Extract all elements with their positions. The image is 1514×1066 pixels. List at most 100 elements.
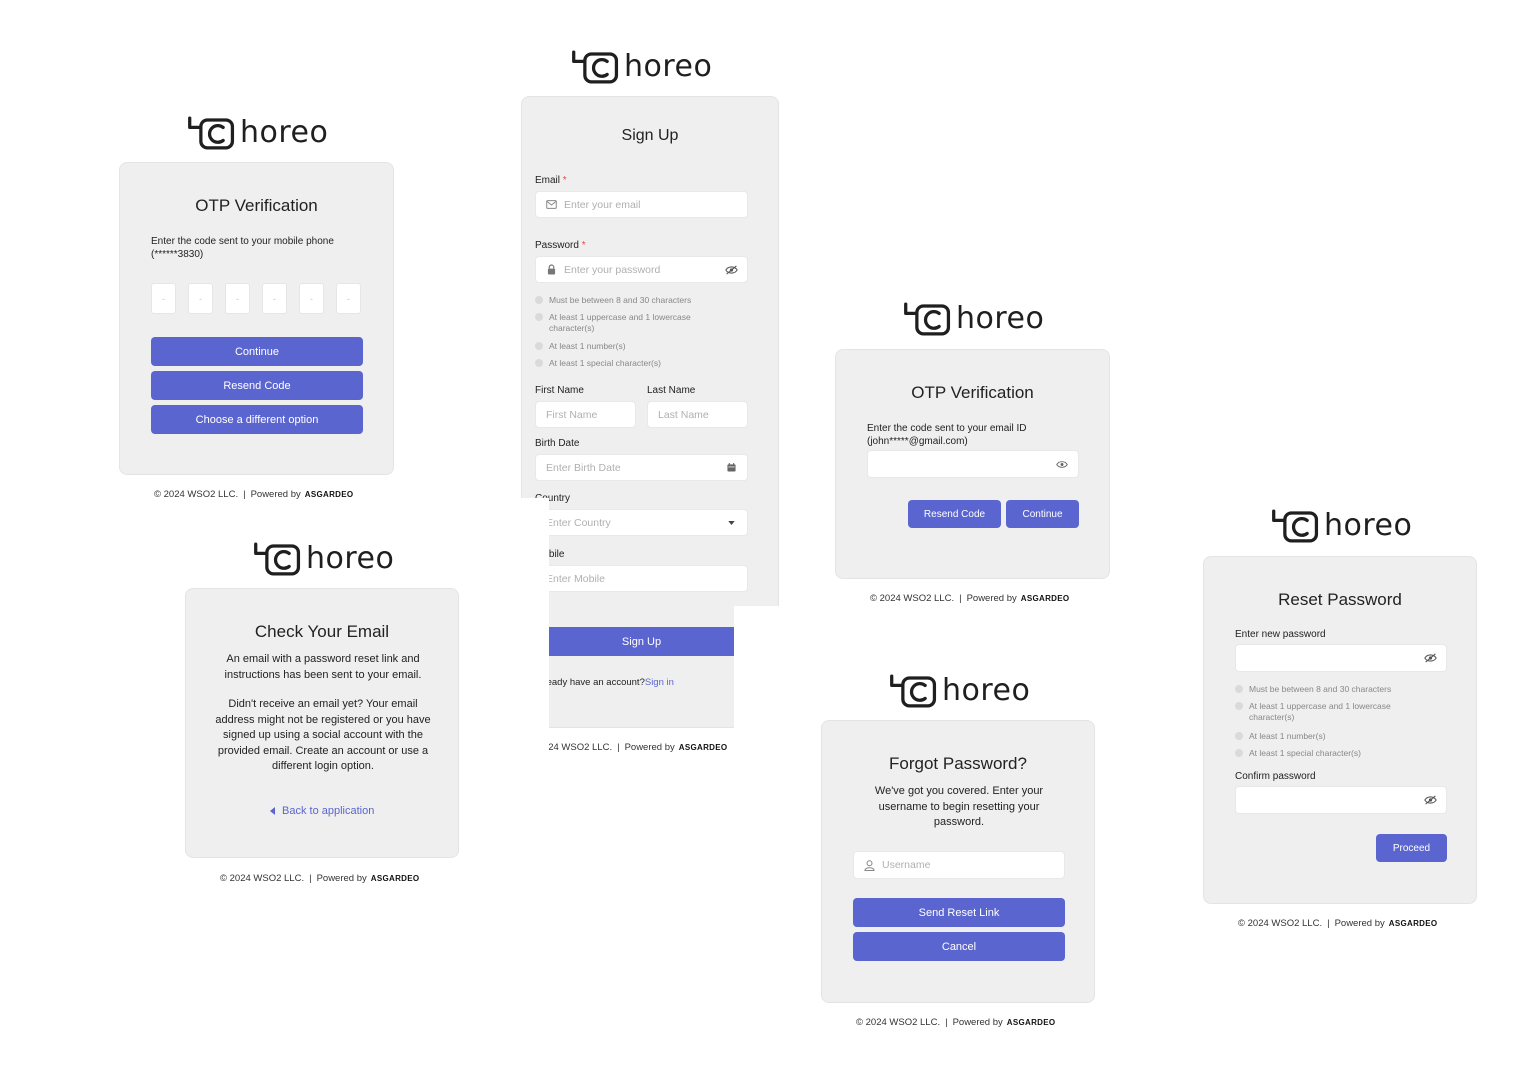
otp-instruction: Enter the code sent to your email ID (jo… bbox=[867, 423, 1027, 447]
asgardeo-logo: ASGARDEO bbox=[304, 490, 354, 499]
cancel-button[interactable]: Cancel bbox=[853, 932, 1065, 961]
reset-password-card: Reset Password Enter new password Must b… bbox=[1203, 556, 1477, 904]
page-title: Forgot Password? bbox=[889, 754, 1027, 773]
password-rule: At least 1 uppercase and 1 lowercase cha… bbox=[1235, 701, 1425, 723]
back-to-application-link[interactable]: Back to application bbox=[270, 805, 374, 817]
eye-off-icon[interactable] bbox=[725, 265, 738, 275]
logo-text: horeo bbox=[956, 301, 1045, 336]
crop-mask bbox=[519, 498, 549, 760]
confirm-password-label: Confirm password bbox=[1235, 771, 1316, 782]
continue-button[interactable]: Continue bbox=[151, 337, 363, 366]
new-password-field[interactable] bbox=[1235, 644, 1447, 672]
password-rule: At least 1 special character(s) bbox=[1235, 748, 1435, 759]
password-rule: At least 1 number(s) bbox=[535, 341, 735, 352]
asgardeo-logo: ASGARDEO bbox=[1020, 594, 1070, 603]
otp-digit-input[interactable]: - bbox=[225, 283, 250, 314]
otp-email-card: OTP Verification Enter the code sent to … bbox=[835, 349, 1110, 579]
otp-digit-input[interactable]: - bbox=[336, 283, 361, 314]
continue-button[interactable]: Continue bbox=[1006, 500, 1079, 528]
email-field[interactable]: Enter your email bbox=[535, 191, 748, 218]
username-placeholder: Username bbox=[882, 859, 931, 871]
resend-code-button[interactable]: Resend Code bbox=[151, 371, 363, 400]
forgot-password-card: Forgot Password? We've got you covered. … bbox=[821, 720, 1095, 1003]
lock-icon bbox=[547, 264, 556, 275]
copyright-text: © 2024 WSO2 LLC. bbox=[1238, 918, 1323, 929]
otp-code-input[interactable] bbox=[867, 450, 1079, 478]
password-rule: Must be between 8 and 30 characters bbox=[535, 295, 735, 306]
username-field[interactable]: Username bbox=[853, 851, 1065, 879]
asgardeo-logo: ASGARDEO bbox=[678, 743, 728, 752]
otp-digit-input[interactable]: - bbox=[188, 283, 213, 314]
powered-by-text: Powered by bbox=[250, 489, 301, 500]
otp-mobile-card: OTP Verification Enter the code sent to … bbox=[119, 162, 394, 475]
page-title: Sign Up bbox=[621, 127, 679, 144]
footer: © 2024 WSO2 LLC. | Powered by ASGARDEO bbox=[154, 489, 353, 500]
mail-icon bbox=[546, 200, 557, 209]
choreo-logo-icon bbox=[570, 48, 622, 86]
mobile-field[interactable]: Enter Mobile bbox=[535, 565, 748, 592]
choreo-logo: horeo bbox=[902, 300, 1044, 338]
powered-by-text: Powered by bbox=[952, 1017, 1003, 1028]
copyright-text: © 2024 WSO2 LLC. bbox=[856, 1017, 941, 1028]
eye-icon[interactable] bbox=[1056, 460, 1068, 469]
footer-separator: | bbox=[243, 489, 246, 500]
resend-code-button[interactable]: Resend Code bbox=[908, 500, 1001, 528]
choreo-logo: horeo bbox=[1270, 507, 1412, 545]
eye-off-icon[interactable] bbox=[1424, 653, 1437, 663]
footer-separator: | bbox=[945, 1017, 948, 1028]
powered-by-text: Powered by bbox=[1334, 918, 1385, 929]
otp-instruction: Enter the code sent to your mobile phone… bbox=[151, 236, 334, 260]
first-name-label: First Name bbox=[535, 385, 584, 396]
proceed-button[interactable]: Proceed bbox=[1376, 834, 1447, 862]
asgardeo-logo: ASGARDEO bbox=[370, 874, 420, 883]
footer: © 2024 WSO2 LLC. | Powered by ASGARDEO bbox=[528, 742, 727, 753]
email-placeholder: Enter your email bbox=[564, 198, 641, 211]
page-title: OTP Verification bbox=[195, 196, 318, 215]
powered-by-text: Powered by bbox=[966, 593, 1017, 604]
crop-mask bbox=[734, 606, 782, 761]
first-name-field[interactable]: First Name bbox=[535, 401, 636, 428]
page-title: Reset Password bbox=[1278, 590, 1402, 609]
footer: © 2024 WSO2 LLC. | Powered by ASGARDEO bbox=[1238, 918, 1437, 929]
first-name-placeholder: First Name bbox=[546, 408, 598, 421]
choreo-logo-icon bbox=[902, 300, 954, 338]
powered-by-text: Powered by bbox=[316, 873, 367, 884]
sign-up-button[interactable]: Sign Up bbox=[535, 627, 748, 656]
password-rule: Must be between 8 and 30 characters bbox=[1235, 684, 1435, 695]
otp-digit-input[interactable]: - bbox=[262, 283, 287, 314]
choreo-logo-icon bbox=[1270, 507, 1322, 545]
sign-in-link[interactable]: Sign in bbox=[645, 677, 674, 688]
eye-off-icon[interactable] bbox=[1424, 795, 1437, 805]
send-reset-link-button[interactable]: Send Reset Link bbox=[853, 898, 1065, 927]
country-select[interactable]: Enter Country bbox=[535, 509, 748, 536]
birth-date-field[interactable]: Enter Birth Date bbox=[535, 454, 748, 481]
not-received-text: Didn't receive an email yet? Your email … bbox=[215, 698, 431, 772]
password-field[interactable]: Enter your password bbox=[535, 256, 748, 283]
page-title: OTP Verification bbox=[911, 383, 1034, 402]
last-name-field[interactable]: Last Name bbox=[647, 401, 748, 428]
chevron-down-icon bbox=[728, 521, 735, 525]
powered-by-text: Powered by bbox=[624, 742, 675, 753]
calendar-icon[interactable] bbox=[727, 463, 736, 472]
otp-digit-input[interactable]: - bbox=[299, 283, 324, 314]
check-email-card: Check Your Email An email with a passwor… bbox=[185, 588, 459, 858]
back-link-label: Back to application bbox=[282, 805, 375, 817]
asgardeo-logo: ASGARDEO bbox=[1388, 919, 1438, 928]
birth-date-label: Birth Date bbox=[535, 438, 580, 449]
birth-date-placeholder: Enter Birth Date bbox=[546, 461, 621, 474]
copyright-text: © 2024 WSO2 LLC. bbox=[154, 489, 239, 500]
footer-separator: | bbox=[959, 593, 962, 604]
copyright-text: © 2024 WSO2 LLC. bbox=[220, 873, 305, 884]
choreo-logo-icon bbox=[186, 114, 238, 152]
otp-digit-input[interactable]: - bbox=[151, 283, 176, 314]
choose-different-option-button[interactable]: Choose a different option bbox=[151, 405, 363, 434]
choreo-logo-icon bbox=[888, 672, 940, 710]
have-account-text: Already have an account?Sign in bbox=[535, 677, 674, 688]
logo-text: horeo bbox=[624, 49, 713, 84]
chevron-left-icon bbox=[270, 807, 275, 815]
password-placeholder: Enter your password bbox=[564, 263, 661, 276]
footer: © 2024 WSO2 LLC. | Powered by ASGARDEO bbox=[856, 1017, 1055, 1028]
footer-separator: | bbox=[1327, 918, 1330, 929]
confirm-password-field[interactable] bbox=[1235, 786, 1447, 814]
mobile-placeholder: Enter Mobile bbox=[546, 572, 605, 585]
